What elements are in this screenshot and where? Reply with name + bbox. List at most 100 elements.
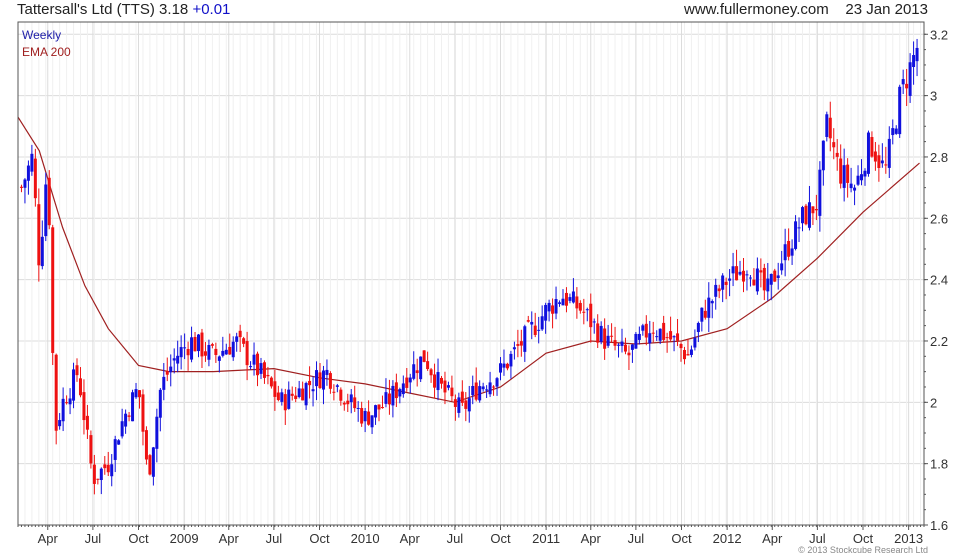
candle-up [745,274,749,276]
candle-down [82,392,86,421]
candle-up [183,347,187,349]
candle-up [481,386,485,390]
candle-down [519,341,523,346]
candle-down [245,341,249,366]
candle-down [752,279,756,286]
candle-down [75,365,79,376]
candle-down [238,330,242,338]
candle-up [235,336,239,342]
candle-up [891,128,895,136]
x-tick-label: 2011 [532,531,560,546]
candle-down [814,208,818,211]
y-tick-label: 2 [930,395,937,410]
candle-up [304,383,308,406]
candle-down [759,270,763,273]
candle-down [551,305,555,314]
candle-up [728,278,732,281]
candle-down [377,404,381,410]
candle-down [839,158,843,184]
candle-down [575,296,579,309]
candle-up [363,411,367,422]
candle-up [151,447,155,477]
y-tick-label: 1.8 [930,457,948,472]
candle-down [37,204,41,266]
candle-up [696,322,700,333]
x-tick-label: 2013 [894,531,923,546]
candle-up [658,328,662,341]
candle-down [644,323,648,338]
candle-down [210,344,214,346]
candle-up [374,405,378,418]
candle-up [120,421,124,437]
candle-up [807,202,811,228]
candle-down [127,415,131,417]
candle-up [311,389,315,392]
candle-down [905,83,909,89]
candle-up [113,439,117,460]
candle-down [873,151,877,162]
candle-down [214,348,218,355]
candle-down [346,400,350,405]
candle-up [790,248,794,256]
candle-up [783,244,787,261]
candle-up [217,356,221,361]
candle-up [325,369,329,375]
candle-down [269,377,273,387]
candle-down [835,152,839,157]
candle-down [623,344,627,352]
candle-up [99,468,103,481]
candle-up [249,366,253,368]
candle-down [203,351,207,356]
candle-down [564,292,568,306]
candle-up [384,392,388,404]
candle-up [707,297,711,318]
candle-down [415,370,419,374]
candle-up [321,370,325,390]
candle-up [801,207,805,224]
candle-down [682,349,686,360]
candle-down [193,336,197,352]
candle-down [51,227,55,353]
candle-down [651,332,655,334]
candle-up [512,347,516,350]
x-tick-label: Jul [447,531,464,546]
candle-down [741,270,745,282]
candle-down [603,328,607,349]
y-tick-label: 2.4 [930,273,948,288]
candle-up [117,440,121,445]
candle-up [672,336,676,338]
candle-up [537,329,541,331]
candle-up [172,358,176,361]
candle-down [474,382,478,400]
candle-up [523,326,527,352]
candle-up [731,266,735,274]
candle-up [44,184,48,237]
candle-up [499,363,503,373]
candle-down [665,337,669,339]
candle-up [446,385,450,388]
candle-up [856,175,860,185]
candle-down [367,411,371,425]
candle-up [592,321,596,323]
candle-up [630,344,634,350]
candle-up [61,398,65,422]
candle-up [297,388,301,398]
candle-up [894,128,898,134]
candle-up [370,415,374,428]
candle-up [866,132,870,174]
candle-down [582,311,586,313]
candle-up [540,316,544,330]
candle-down [78,378,82,396]
candle-up [620,341,624,346]
candle-up [849,183,853,189]
candle-up [547,302,551,312]
candle-up [842,165,846,188]
candle-down [717,288,721,292]
candle-down [47,177,51,226]
candle-down [804,205,808,225]
candle-down [627,352,631,356]
candle-up [207,344,211,360]
candle-up [509,353,513,367]
candle-up [912,55,916,67]
candle-up [748,277,752,279]
